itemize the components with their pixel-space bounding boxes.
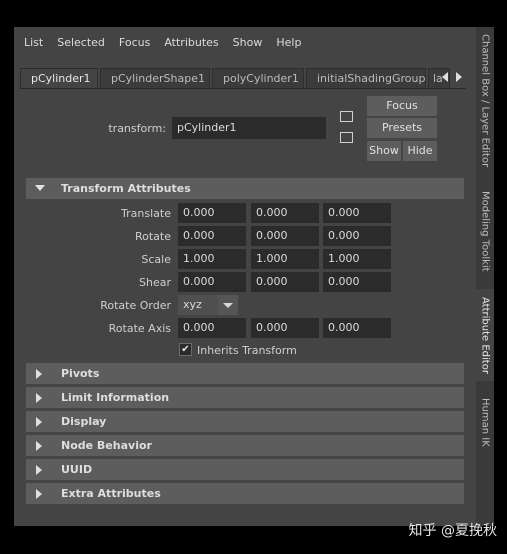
scale-z-field[interactable]: 1.000 — [323, 249, 391, 269]
rotate-z-field[interactable]: 0.000 — [323, 226, 391, 246]
rotate-axis-y-field[interactable]: 0.000 — [251, 318, 319, 338]
tab-scroll-right-icon[interactable] — [456, 72, 462, 82]
section-title: Extra Attributes — [61, 487, 161, 500]
collapsed-arrow-icon — [36, 393, 42, 403]
translate-x-field[interactable]: 0.000 — [178, 203, 246, 223]
collapsed-arrow-icon — [36, 441, 42, 451]
rotate-axis-x-field[interactable]: 0.000 — [178, 318, 246, 338]
menu-help[interactable]: Help — [276, 36, 301, 49]
show-button[interactable]: Show — [367, 141, 401, 161]
section-title: Limit Information — [61, 391, 170, 404]
shear-y-field[interactable]: 0.000 — [251, 272, 319, 292]
inherits-transform-checkbox[interactable]: ✔ — [179, 343, 192, 356]
node-tab-bar: pCylinder1 pCylinderShape1 polyCylinder1… — [20, 68, 466, 89]
section-extra-attributes[interactable]: Extra Attributes — [26, 483, 464, 504]
tab-polycylinder1[interactable]: polyCylinder1 — [212, 68, 304, 88]
hide-button[interactable]: Hide — [403, 141, 437, 161]
section-title: Display — [61, 415, 107, 428]
collapsed-arrow-icon — [36, 489, 42, 499]
section-uuid[interactable]: UUID — [26, 459, 464, 480]
watermark: 知乎 @夏挽秋 — [408, 523, 497, 539]
rotate-axis-z-field[interactable]: 0.000 — [323, 318, 391, 338]
side-tab-human-ik[interactable]: Human IK — [476, 389, 494, 455]
side-tab-strip: Channel Box / Layer Editor Modeling Tool… — [476, 27, 494, 526]
output-connection-icon[interactable] — [340, 132, 353, 143]
section-title: UUID — [61, 463, 93, 476]
transform-name-field[interactable]: pCylinder1 — [172, 117, 326, 139]
shear-label: Shear — [139, 276, 171, 289]
menu-focus[interactable]: Focus — [119, 36, 150, 49]
rotate-x-field[interactable]: 0.000 — [178, 226, 246, 246]
rotate-order-label: Rotate Order — [100, 299, 171, 312]
translate-y-field[interactable]: 0.000 — [251, 203, 319, 223]
rotate-axis-label: Rotate Axis — [108, 322, 171, 335]
rotate-order-dropdown-button[interactable] — [218, 295, 238, 315]
menu-attributes[interactable]: Attributes — [164, 36, 218, 49]
inherits-transform-label: Inherits Transform — [197, 344, 297, 357]
expanded-arrow-icon — [35, 185, 45, 191]
attribute-editor-panel: List Selected Focus Attributes Show Help… — [14, 27, 476, 526]
collapsed-arrow-icon — [36, 417, 42, 427]
section-transform-attributes[interactable]: Transform Attributes — [26, 178, 464, 199]
section-title: Node Behavior — [61, 439, 152, 452]
focus-button[interactable]: Focus — [367, 96, 437, 116]
shear-z-field[interactable]: 0.000 — [323, 272, 391, 292]
chevron-down-icon — [223, 303, 233, 308]
transform-label: transform: — [108, 122, 166, 135]
section-title: Pivots — [61, 367, 100, 380]
tab-pcylinder1[interactable]: pCylinder1 — [20, 68, 98, 88]
scale-y-field[interactable]: 1.000 — [251, 249, 319, 269]
side-tab-attribute-editor[interactable]: Attribute Editor — [476, 289, 494, 381]
section-node-behavior[interactable]: Node Behavior — [26, 435, 464, 456]
collapsed-arrow-icon — [36, 369, 42, 379]
rotate-label: Rotate — [134, 230, 171, 243]
side-tab-modeling-toolkit[interactable]: Modeling Toolkit — [476, 179, 494, 283]
translate-label: Translate — [121, 207, 171, 220]
menu-selected[interactable]: Selected — [57, 36, 105, 49]
rotate-y-field[interactable]: 0.000 — [251, 226, 319, 246]
section-limit-information[interactable]: Limit Information — [26, 387, 464, 408]
section-pivots[interactable]: Pivots — [26, 363, 464, 384]
collapsed-arrow-icon — [36, 465, 42, 475]
menu-list[interactable]: List — [24, 36, 43, 49]
rotate-order-select[interactable]: xyz — [178, 295, 218, 315]
section-display[interactable]: Display — [26, 411, 464, 432]
menu-bar: List Selected Focus Attributes Show Help — [14, 27, 476, 57]
menu-show[interactable]: Show — [233, 36, 263, 49]
tab-scroll-left-icon[interactable] — [442, 72, 448, 82]
presets-button[interactable]: Presets — [367, 118, 437, 138]
tab-initialshadinggroup[interactable]: initialShadingGroup — [306, 68, 426, 88]
side-tab-channel-box[interactable]: Channel Box / Layer Editor — [476, 31, 494, 171]
shear-x-field[interactable]: 0.000 — [178, 272, 246, 292]
section-title: Transform Attributes — [61, 182, 191, 195]
input-connection-icon[interactable] — [340, 111, 353, 122]
scale-label: Scale — [141, 253, 171, 266]
scale-x-field[interactable]: 1.000 — [178, 249, 246, 269]
translate-z-field[interactable]: 0.000 — [323, 203, 391, 223]
tab-pcylindershape1[interactable]: pCylinderShape1 — [100, 68, 210, 88]
